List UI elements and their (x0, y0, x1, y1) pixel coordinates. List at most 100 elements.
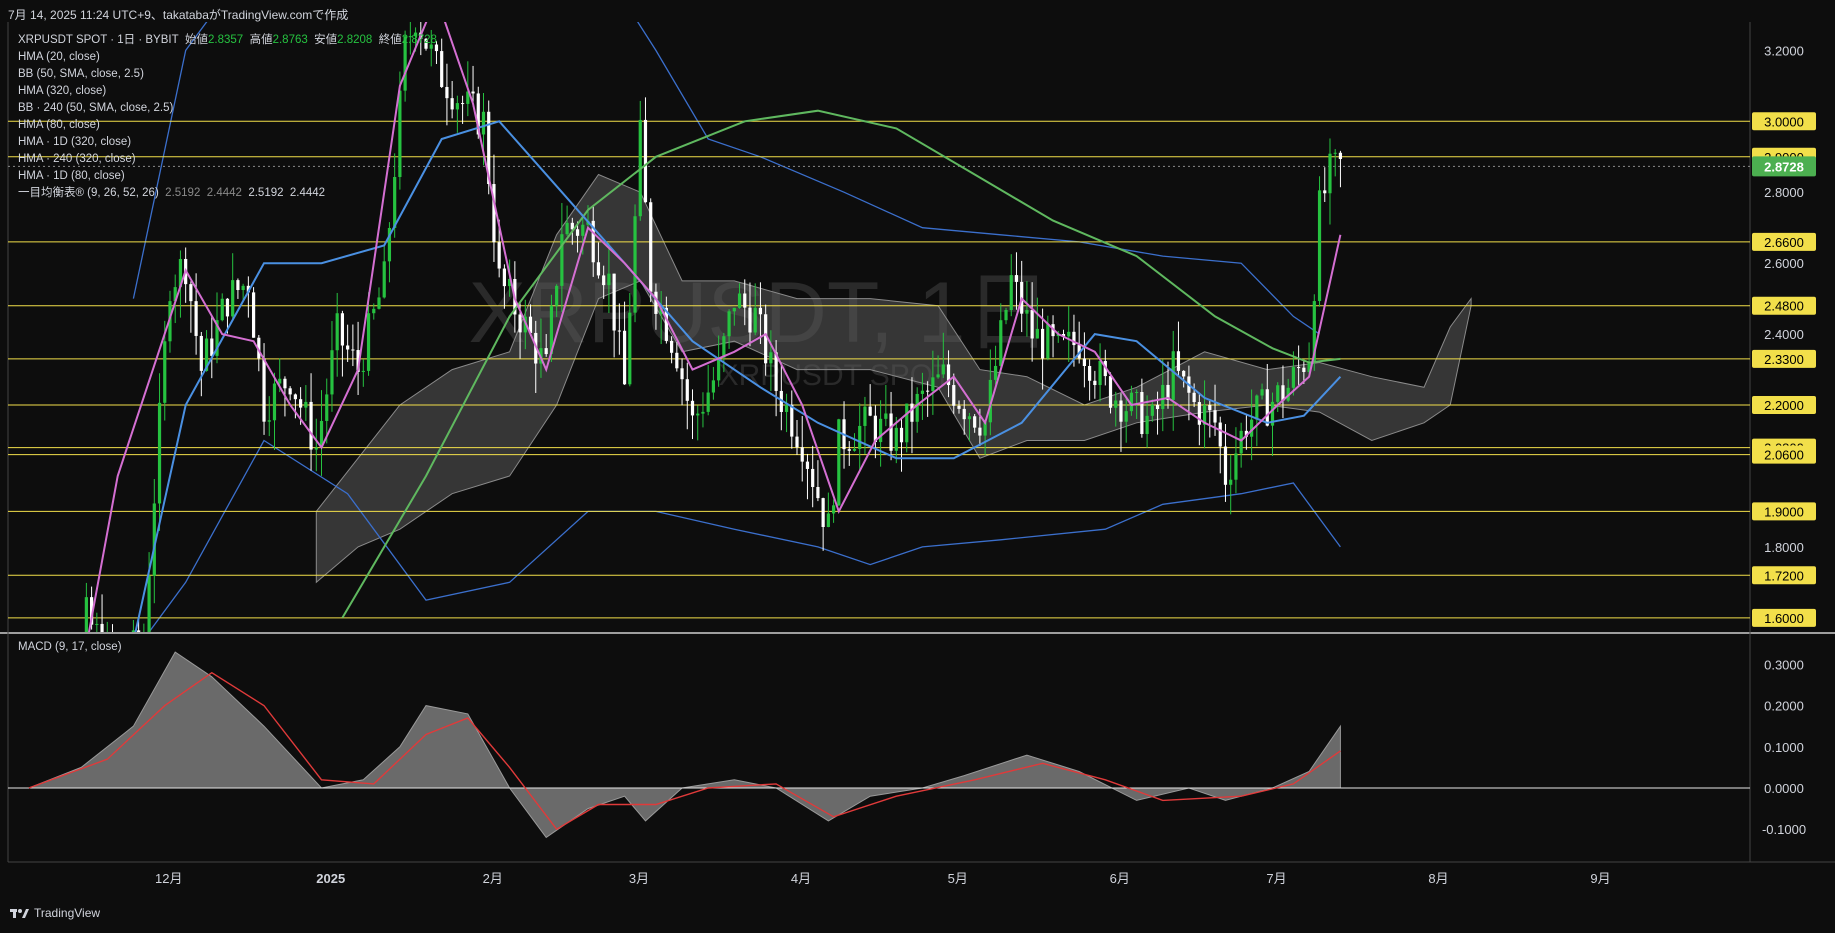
candle-body (1176, 351, 1181, 371)
level-label: 2.6600 (1764, 235, 1804, 250)
legend-symbol-row[interactable]: XRPUSDT SPOT · 1日 · BYBIT 始値2.8357 高値2.8… (18, 32, 437, 49)
ichimoku-value: 2.5192 (248, 187, 284, 199)
macd-title[interactable]: MACD (9, 17, close) (18, 641, 122, 653)
time-tick-label: 7月 (1266, 871, 1286, 886)
candle-body (1098, 360, 1102, 386)
candle-body (826, 513, 830, 528)
candle-body (199, 335, 203, 371)
legend-indicator[interactable]: HMA (320, close) (18, 83, 437, 100)
candle-body (973, 416, 977, 428)
legend-open: 2.8357 (208, 34, 244, 46)
candle-body (445, 86, 449, 99)
candle-body (382, 261, 386, 298)
candle-body (497, 242, 501, 269)
level-label: 2.3300 (1764, 352, 1804, 367)
candle-body (863, 406, 867, 426)
candle-body (920, 390, 925, 394)
candle-body (727, 311, 731, 337)
candle-body (852, 448, 857, 451)
candle-body (1218, 422, 1222, 447)
candle-body (649, 202, 653, 292)
candle-body (372, 308, 376, 314)
candle-body (455, 103, 459, 110)
legend: XRPUSDT SPOT · 1日 · BYBIT 始値2.8357 高値2.8… (18, 32, 437, 202)
candle-body (1124, 411, 1128, 422)
candle-body (628, 312, 632, 385)
candle-body (1260, 389, 1264, 396)
candle-body (999, 320, 1003, 366)
legend-indicator[interactable]: HMA · 1D (320, close) (18, 134, 437, 151)
candle-body (607, 273, 611, 286)
legend-indicator[interactable]: BB (50, SMA, close, 2.5) (18, 66, 437, 83)
legend-indicator[interactable]: HMA (20, close) (18, 49, 437, 66)
candle-body (879, 418, 883, 443)
candle-body (1276, 385, 1280, 402)
candle-body (962, 408, 966, 420)
candle-body (1317, 190, 1322, 302)
candle-body (858, 425, 862, 449)
candle-body (884, 413, 888, 419)
candle-body (847, 449, 851, 451)
footer[interactable]: TradingView (10, 906, 100, 920)
candle-body (1338, 152, 1343, 160)
candle-body (460, 103, 465, 105)
candle-body (288, 388, 292, 395)
legend-indicator[interactable]: HMA · 1D (80, close) (18, 168, 437, 185)
macd-tick-label: -0.1000 (1762, 822, 1806, 837)
candle-body (481, 111, 486, 135)
candle-body (189, 284, 193, 302)
candle-body (1088, 366, 1092, 381)
candle-body (100, 623, 104, 632)
candle-body (340, 313, 345, 346)
candle-body (471, 91, 475, 94)
tradingview-logo-icon (10, 909, 29, 918)
candle-body (1004, 309, 1008, 321)
candle-body (351, 349, 355, 351)
time-tick-label: 4月 (791, 871, 811, 886)
macd-tick-label: 0.0000 (1764, 781, 1804, 796)
time-tick-label: 6月 (1110, 871, 1130, 886)
legend-indicator[interactable]: HMA (80, close) (18, 117, 437, 134)
candle-body (758, 307, 763, 315)
candle-body (131, 630, 136, 632)
candle-body (889, 413, 893, 451)
price-tick-label: 2.8000 (1764, 185, 1804, 200)
candle-body (617, 330, 621, 332)
time-tick-label: 5月 (948, 871, 968, 886)
candle-body (440, 51, 444, 87)
candle-body (147, 575, 151, 632)
macd-tick-label: 0.2000 (1764, 699, 1804, 714)
legend-indicator[interactable]: HMA · 240 (320, close) (18, 151, 437, 168)
candle-body (1213, 410, 1217, 423)
candle-body (560, 234, 564, 286)
candle-body (366, 313, 371, 371)
candle-body (361, 370, 365, 372)
candle-body (670, 340, 674, 353)
legend-high: 2.8763 (272, 34, 308, 46)
legend-close: 2.8728 (401, 34, 437, 46)
candle-body (1140, 392, 1144, 435)
candle-body (1265, 389, 1269, 426)
candle-body (1030, 310, 1034, 339)
candle-body (743, 293, 747, 308)
candle-body (1291, 367, 1296, 388)
level-label: 3.0000 (1764, 114, 1804, 129)
candle-body (293, 394, 297, 400)
ichimoku-value: 2.5192 (165, 187, 201, 199)
candle-body (1192, 392, 1196, 403)
price-tick-label: 1.8000 (1764, 540, 1804, 555)
candle-body (157, 402, 162, 504)
legend-indicator[interactable]: BB · 240 (50, SMA, close, 2.5) (18, 100, 437, 117)
candle-body (225, 298, 230, 317)
candle-body (283, 378, 287, 389)
candle-body (377, 297, 381, 309)
candle-body (894, 427, 898, 451)
candle-body (299, 399, 303, 408)
legend-ichimoku[interactable]: 一目均衡表® (9, 26, 52, 26) 2.5192 2.4442 2.5… (18, 185, 437, 202)
candle-body (1014, 275, 1019, 282)
candle-body (1119, 400, 1123, 422)
level-label: 2.4800 (1764, 299, 1804, 314)
candle-body (1046, 324, 1050, 359)
candle-body (272, 383, 277, 421)
candle-body (800, 447, 804, 462)
